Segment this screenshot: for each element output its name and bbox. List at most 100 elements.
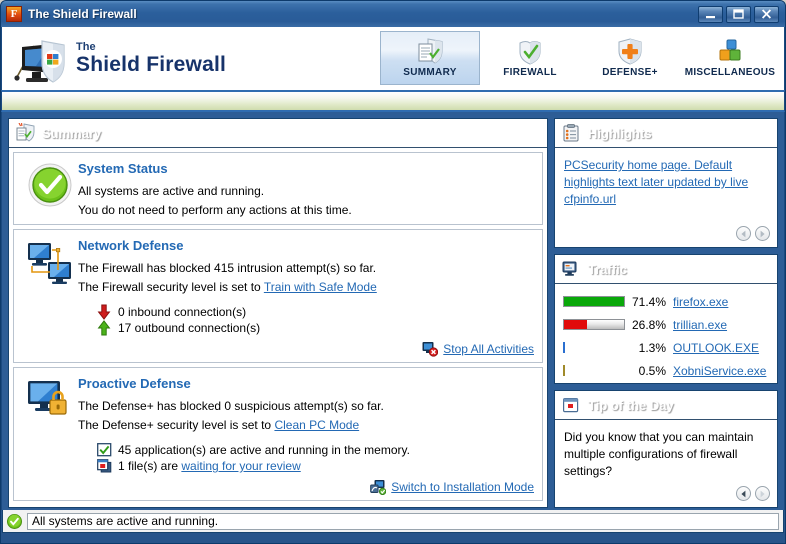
next-arrow-icon xyxy=(760,230,765,237)
prev-arrow-icon xyxy=(741,230,746,237)
tip-panel-title: Tip of the Day xyxy=(588,397,674,413)
traffic-process-link[interactable]: trillian.exe xyxy=(673,318,727,332)
traffic-percent: 26.8% xyxy=(631,317,666,332)
brand-line-2: Shield Firewall xyxy=(76,52,227,76)
nav-tabs: SUMMARY FIREWALL DEFENSE+ MISCELLANEOUS xyxy=(380,27,784,90)
tip-prev-button[interactable] xyxy=(736,486,751,501)
traffic-list: 71.4% firefox.exe 26.8% trillian.exe 1.3… xyxy=(555,284,777,382)
window-title: The Shield Firewall xyxy=(28,7,137,21)
tip-panel-header: Tip of the Day xyxy=(555,391,777,420)
network-defense-line-2-prefix: The Firewall security level is set to xyxy=(78,280,264,294)
close-icon xyxy=(761,9,772,19)
proactive-defense-content: Proactive Defense The Defense+ has block… xyxy=(78,375,534,494)
active-applications-text: 45 application(s) are active and running… xyxy=(118,443,410,457)
proactive-defense-card: Proactive Defense The Defense+ has block… xyxy=(13,367,543,501)
minimize-icon xyxy=(706,15,715,18)
traffic-process-link[interactable]: firefox.exe xyxy=(673,295,728,309)
accent-band xyxy=(1,90,785,112)
red-down-arrow-icon xyxy=(96,304,112,320)
traffic-bar-fill xyxy=(563,342,565,353)
next-arrow-icon xyxy=(760,490,765,497)
traffic-process-link[interactable]: XobniService.exe xyxy=(673,364,766,378)
status-message: All systems are active and running. xyxy=(27,512,779,530)
traffic-bar-cell xyxy=(563,319,625,330)
sidebar-column: Highlights PCSecurity home page. Default… xyxy=(554,118,778,508)
application-window: F The Shield Firewall The Shield Firewal… xyxy=(0,0,786,544)
maximize-button[interactable] xyxy=(726,5,751,23)
minimize-button[interactable] xyxy=(698,5,723,23)
tip-next-button[interactable] xyxy=(755,486,770,501)
monitor-shield-logo xyxy=(14,39,65,83)
highlights-next-button[interactable] xyxy=(755,226,770,241)
traffic-bar xyxy=(563,342,566,353)
network-defense-line-1: The Firewall has blocked 415 intrusion a… xyxy=(78,261,377,275)
network-defense-title: Network Defense xyxy=(78,238,184,253)
traffic-bar-fill xyxy=(564,320,587,329)
close-button[interactable] xyxy=(754,5,779,23)
highlights-text[interactable]: PCSecurity home page. Default highlights… xyxy=(564,157,768,208)
highlights-panel: Highlights PCSecurity home page. Default… xyxy=(554,118,778,248)
proactive-defense-title: Proactive Defense xyxy=(78,376,191,391)
system-status-card: System Status All systems are active and… xyxy=(13,152,543,225)
prev-arrow-icon xyxy=(741,490,746,497)
clipboard-icon xyxy=(561,123,581,143)
firewall-level-link[interactable]: Train with Safe Mode xyxy=(264,280,377,294)
highlights-panel-body: PCSecurity home page. Default highlights… xyxy=(555,148,777,247)
traffic-row: 26.8% trillian.exe xyxy=(563,313,769,336)
switch-installation-mode-action[interactable]: Switch to Installation Mode xyxy=(370,479,534,495)
traffic-percent: 0.5% xyxy=(638,363,666,378)
traffic-bar-cell xyxy=(563,365,625,376)
tab-firewall-label: FIREWALL xyxy=(503,67,557,78)
tip-panel-body: Did you know that you can maintain multi… xyxy=(555,420,777,507)
traffic-row: 1.3% OUTLOOK.EXE xyxy=(563,336,769,359)
installation-mode-icon xyxy=(370,479,387,495)
traffic-bar-cell xyxy=(563,296,625,307)
traffic-bar-cell xyxy=(563,342,625,353)
traffic-bar-fill xyxy=(564,297,624,306)
system-status-line-2: You do not need to perform any actions a… xyxy=(78,203,352,217)
tab-summary[interactable]: SUMMARY xyxy=(380,31,480,85)
outbound-connections-row: 17 outbound connection(s) xyxy=(96,320,534,336)
stop-all-activities-action[interactable]: Stop All Activities xyxy=(422,341,534,357)
brand-wordmark: The Shield Firewall xyxy=(76,41,227,76)
highlights-panel-header: Highlights xyxy=(555,119,777,148)
network-defense-card: Network Defense The Firewall has blocked… xyxy=(13,229,543,363)
tip-of-the-day-panel: Tip of the Day Did you know that you can… xyxy=(554,390,778,508)
stop-activities-icon xyxy=(422,341,439,357)
pending-files-text: 1 file(s) are waiting for your review xyxy=(118,459,301,473)
summary-panel: Summary System Status All systems are ac… xyxy=(8,118,548,508)
green-check-circle-icon xyxy=(22,160,78,218)
traffic-bar xyxy=(563,319,625,330)
traffic-percent: 1.3% xyxy=(638,340,666,355)
traffic-percent: 71.4% xyxy=(631,294,666,309)
defense-level-link[interactable]: Clean PC Mode xyxy=(274,418,359,432)
switch-installation-mode-label: Switch to Installation Mode xyxy=(391,480,534,494)
shield-check-icon xyxy=(515,36,545,66)
tab-miscellaneous-label: MISCELLANEOUS xyxy=(684,67,776,78)
tab-defense-plus[interactable]: DEFENSE+ xyxy=(580,31,680,85)
tab-firewall[interactable]: FIREWALL xyxy=(480,31,580,85)
tip-window-icon xyxy=(561,395,581,415)
pending-files-row: 1 file(s) are waiting for your review xyxy=(96,458,534,474)
traffic-panel-header: Traffic xyxy=(555,255,777,284)
traffic-bar xyxy=(563,296,625,307)
system-status-content: System Status All systems are active and… xyxy=(78,160,534,218)
waiting-review-link[interactable]: waiting for your review xyxy=(181,459,300,473)
shield-document-icon xyxy=(415,36,445,66)
traffic-bar-fill xyxy=(563,365,565,376)
proactive-defense-line-2-prefix: The Defense+ security level is set to xyxy=(78,418,275,432)
traffic-panel-body: 71.4% firefox.exe 26.8% trillian.exe 1.3… xyxy=(555,284,777,383)
traffic-process-link[interactable]: OUTLOOK.EXE xyxy=(673,341,759,355)
highlights-prev-button[interactable] xyxy=(736,226,751,241)
highlights-pager xyxy=(736,226,770,241)
brand-logo-wrap: The Shield Firewall xyxy=(2,27,226,90)
monitor-traffic-icon xyxy=(561,259,581,279)
green-check-box-icon xyxy=(96,442,112,458)
tab-defense-plus-label: DEFENSE+ xyxy=(602,67,658,78)
traffic-row: 71.4% firefox.exe xyxy=(563,290,769,313)
monitor-lock-icon xyxy=(22,375,78,494)
system-status-line-1: All systems are active and running. xyxy=(78,184,265,198)
tab-miscellaneous[interactable]: MISCELLANEOUS xyxy=(680,31,780,85)
outbound-connections-text: 17 outbound connection(s) xyxy=(118,321,261,335)
traffic-panel: Traffic 71.4% firefox.exe 26.8% trillian… xyxy=(554,254,778,384)
